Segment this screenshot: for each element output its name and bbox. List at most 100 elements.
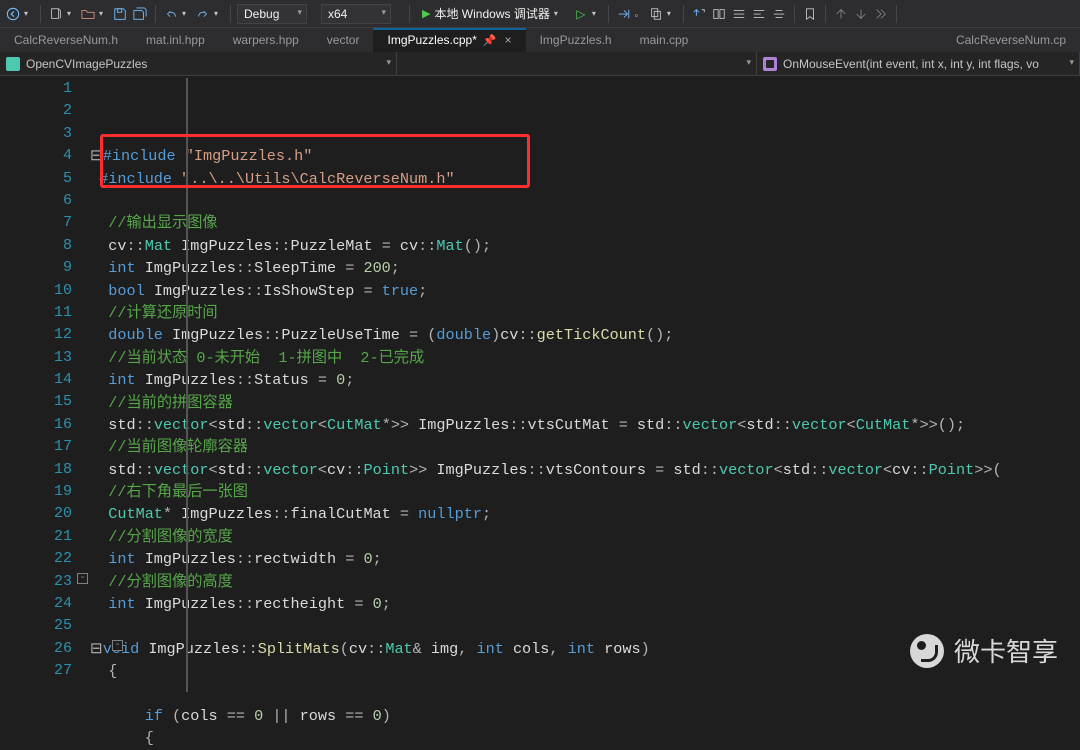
code-line[interactable]: int ImgPuzzles::rectwidth = 0; <box>90 548 1080 570</box>
code-line[interactable]: //分割图像的高度 <box>90 571 1080 593</box>
code-line[interactable]: int ImgPuzzles::Status = 0; <box>90 369 1080 391</box>
save-icon[interactable] <box>111 5 129 23</box>
code-line[interactable] <box>90 190 1080 212</box>
platform-value: x64 <box>328 7 347 21</box>
nav-back-icon[interactable] <box>4 5 22 23</box>
collapse-toggle[interactable]: - <box>112 640 123 651</box>
code-line[interactable]: int ImgPuzzles::rectheight = 0; <box>90 593 1080 615</box>
member-combo[interactable]: OnMouseEvent(int event, int x, int y, in… <box>757 52 1080 75</box>
line-number: 7 <box>0 212 72 234</box>
code-line[interactable]: //右下角最后一张图 <box>90 481 1080 503</box>
line-number: 6 <box>0 190 72 212</box>
line-number: 20 <box>0 503 72 525</box>
redo-dropdown[interactable]: ▾ <box>214 9 222 18</box>
line-number: 17 <box>0 436 72 458</box>
start-debug-button[interactable]: ▶ 本地 Windows 调试器 ▾ <box>416 4 570 23</box>
tab-warpers-hpp[interactable]: warpers.hpp <box>219 28 313 52</box>
member-value: OnMouseEvent(int event, int x, int y, in… <box>783 57 1039 71</box>
step-icon[interactable] <box>615 5 633 23</box>
line-number: 23 <box>0 571 72 593</box>
code-line[interactable] <box>90 683 1080 705</box>
code-line[interactable]: int ImgPuzzles::SleepTime = 200; <box>90 257 1080 279</box>
watermark: 微卡智享 <box>910 632 1058 669</box>
code-line[interactable]: bool ImgPuzzles::IsShowStep = true; <box>90 280 1080 302</box>
code-line[interactable]: std::vector<std::vector<cv::Point>> ImgP… <box>90 459 1080 481</box>
files-icon[interactable] <box>647 5 665 23</box>
code-line[interactable]: CutMat* ImgPuzzles::finalCutMat = nullpt… <box>90 503 1080 525</box>
line-number: 22 <box>0 548 72 570</box>
tab-mat-inl-hpp[interactable]: mat.inl.hpp <box>132 28 219 52</box>
wechat-icon <box>910 634 944 668</box>
line-number: 26 <box>0 638 72 660</box>
nav3-icon[interactable] <box>872 5 890 23</box>
line-number: 4 <box>0 145 72 167</box>
config-value: Debug <box>244 7 279 21</box>
code-line[interactable]: //当前的拼图容器 <box>90 392 1080 414</box>
play-small-dropdown[interactable]: ▾ <box>592 9 600 18</box>
code-line[interactable]: //输出显示图像 <box>90 212 1080 234</box>
document-tabs: CalcReverseNum.h mat.inl.hpp warpers.hpp… <box>0 28 1080 52</box>
new-file-dropdown[interactable]: ▾ <box>67 9 75 18</box>
line-number: 13 <box>0 347 72 369</box>
tab-imgpuzzles-cpp[interactable]: ImgPuzzles.cpp*📌× <box>373 28 525 52</box>
collapse-toggle[interactable]: - <box>77 573 88 584</box>
code-line[interactable]: { <box>90 727 1080 749</box>
tab-vector[interactable]: vector <box>313 28 374 52</box>
scope-combo[interactable]: OpenCVImagePuzzles <box>0 52 397 75</box>
close-icon[interactable]: × <box>505 33 512 47</box>
code-line[interactable]: ⊟#include "ImgPuzzles.h" <box>90 145 1080 167</box>
code-nav-bar: OpenCVImagePuzzles → ImgPuzzles OnMouseE… <box>0 52 1080 76</box>
tool3-icon[interactable] <box>730 5 748 23</box>
line-number: 14 <box>0 369 72 391</box>
line-number: 11 <box>0 302 72 324</box>
tab-calcreversenum-h[interactable]: CalcReverseNum.h <box>0 28 132 52</box>
open-dropdown[interactable]: ▾ <box>99 9 107 18</box>
tool1-icon[interactable] <box>690 5 708 23</box>
line-number: 12 <box>0 324 72 346</box>
code-line[interactable]: #include "..\..\Utils\CalcReverseNum.h" <box>90 168 1080 190</box>
code-line[interactable]: //当前状态 0-未开始 1-拼图中 2-已完成 <box>90 347 1080 369</box>
line-number: 3 <box>0 123 72 145</box>
code-line[interactable]: if (cols == 0 || rows == 0) <box>90 705 1080 727</box>
scope-value: OpenCVImagePuzzles <box>26 57 147 71</box>
tab-calcreversenum-cpp[interactable]: CalcReverseNum.cp <box>942 28 1080 52</box>
project-icon <box>6 57 20 71</box>
redo-icon[interactable] <box>194 5 212 23</box>
main-toolbar: ▾ ▾ ▾ ▾ ▾ Debug x64 ▶ 本地 Windows 调试器 ▾ ▷… <box>0 0 1080 28</box>
code-line[interactable]: //分割图像的宽度 <box>90 526 1080 548</box>
undo-dropdown[interactable]: ▾ <box>182 9 190 18</box>
code-line[interactable]: double ImgPuzzles::PuzzleUseTime = (doub… <box>90 324 1080 346</box>
save-all-icon[interactable] <box>131 5 149 23</box>
nav1-icon[interactable] <box>832 5 850 23</box>
platform-combo[interactable]: x64 <box>321 4 391 24</box>
line-number: 18 <box>0 459 72 481</box>
undo-icon[interactable] <box>162 5 180 23</box>
code-line[interactable]: std::vector<std::vector<CutMat*>> ImgPuz… <box>90 414 1080 436</box>
start-label: 本地 Windows 调试器 <box>434 5 549 22</box>
code-line[interactable]: //计算还原时间 <box>90 302 1080 324</box>
config-combo[interactable]: Debug <box>237 4 307 24</box>
line-number: 24 <box>0 593 72 615</box>
tool4-icon[interactable] <box>750 5 768 23</box>
play-small-icon[interactable]: ▷ <box>572 5 590 23</box>
watermark-text: 微卡智享 <box>954 632 1058 669</box>
tab-imgpuzzles-h[interactable]: ImgPuzzles.h <box>526 28 626 52</box>
code-editor[interactable]: 1234567891011121314151617181920212223242… <box>0 76 1080 689</box>
line-number-gutter: 1234567891011121314151617181920212223242… <box>0 76 90 689</box>
tool5-icon[interactable] <box>770 5 788 23</box>
line-number: 2 <box>0 100 72 122</box>
class-icon <box>421 57 435 71</box>
tab-main-cpp[interactable]: main.cpp <box>626 28 703 52</box>
open-folder-icon[interactable] <box>79 5 97 23</box>
pin-icon[interactable]: 📌 <box>483 35 497 47</box>
code-line[interactable]: cv::Mat ImgPuzzles::PuzzleMat = cv::Mat(… <box>90 235 1080 257</box>
play-icon: ▶ <box>422 7 430 20</box>
code-line[interactable]: //当前图像轮廓容器 <box>90 436 1080 458</box>
nav-back-dropdown[interactable]: ▾ <box>24 9 32 18</box>
tool2-icon[interactable] <box>710 5 728 23</box>
class-combo[interactable]: → ImgPuzzles <box>397 52 757 75</box>
bookmark-icon[interactable] <box>801 5 819 23</box>
new-file-icon[interactable] <box>47 5 65 23</box>
nav2-icon[interactable] <box>852 5 870 23</box>
code-area[interactable]: ⊟#include "ImgPuzzles.h" #include "..\..… <box>90 76 1080 689</box>
